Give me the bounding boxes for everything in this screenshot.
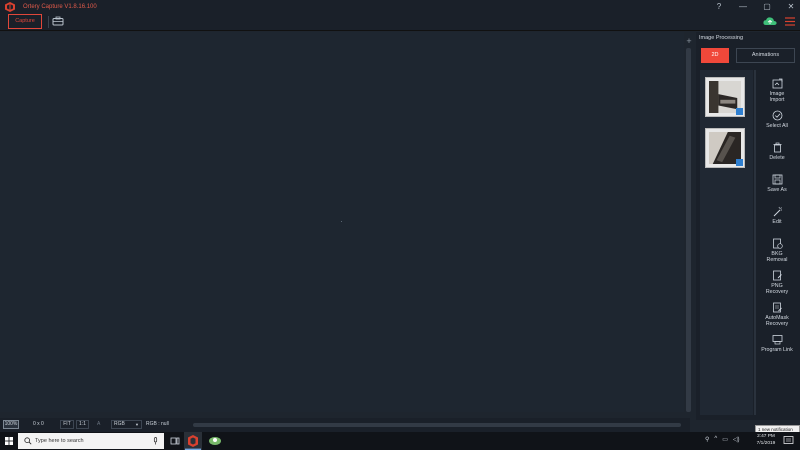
program-link-label: Program Link	[761, 347, 793, 353]
delete-button[interactable]: Delete	[758, 142, 796, 161]
clock-date: 7/1/2019	[756, 440, 776, 446]
canvas-horizontal-scrollbar[interactable]	[193, 423, 681, 427]
search-placeholder: Type here to search	[35, 438, 84, 444]
automask-recovery-label: AutoMask Recovery	[765, 315, 789, 327]
image-import-button[interactable]: Image Import	[758, 78, 796, 103]
toolbar-divider	[48, 16, 49, 28]
window-controls: ? — ▢ ✕	[714, 1, 796, 12]
close-button[interactable]: ✕	[786, 1, 796, 12]
windows-taskbar: Type here to search ⚲ ^ ▭ ◁) 2:47 PM 7/1…	[0, 432, 800, 450]
tab-2d[interactable]: 2D	[701, 48, 729, 63]
taskbar-clock[interactable]: 2:47 PM 7/1/2019	[752, 434, 780, 447]
edit-button[interactable]: Edit	[758, 206, 796, 225]
title-bar: Ortery Capture V1.8.16.100 ? — ▢ ✕	[0, 0, 800, 14]
volume-icon[interactable]: ◁)	[733, 436, 740, 443]
maximize-button[interactable]: ▢	[762, 1, 772, 12]
bkg-removal-button[interactable]: BKG Removal	[758, 238, 796, 263]
bkg-removal-label-line-2: Removal	[766, 257, 788, 263]
a-toggle[interactable]: A	[97, 420, 100, 429]
thumbnail-list	[700, 70, 753, 415]
thumbnail-badge-icon	[736, 108, 743, 115]
tab-animations[interactable]: Animations	[736, 48, 795, 63]
thumbnail-2[interactable]	[705, 128, 745, 168]
automask-recovery-label-line-2: Recovery	[765, 321, 789, 327]
delete-label: Delete	[769, 155, 785, 161]
image-import-icon	[772, 78, 782, 89]
image-processing-panel: Image Processing 2D Animations Image Imp…	[696, 32, 800, 420]
thumbnail-scrollbar[interactable]	[754, 70, 756, 415]
automask-recovery-button[interactable]: AutoMask Recovery	[758, 302, 796, 327]
taskbar-search-box[interactable]: Type here to search	[18, 433, 164, 449]
automask-icon	[772, 302, 782, 313]
zoom-percentage[interactable]: 100%	[3, 420, 19, 429]
edit-label: Edit	[772, 219, 782, 225]
window-title: Ortery Capture V1.8.16.100	[23, 4, 97, 10]
status-bar: 100% 0 x 0 FIT 1:1 A RGB ▼ RGB : null	[0, 418, 690, 432]
action-center-icon[interactable]	[783, 435, 794, 446]
chevron-down-icon: ▼	[135, 422, 139, 427]
app-taskbar-icon[interactable]	[206, 432, 224, 450]
image-import-label: Image Import	[769, 91, 784, 103]
actual-size-button[interactable]: 1:1	[76, 420, 89, 429]
image-dimensions: 0 x 0	[33, 421, 44, 427]
trash-icon	[773, 142, 781, 153]
thumbnail-1[interactable]	[705, 77, 745, 117]
select-all-label: Select All	[766, 123, 788, 129]
canvas-center-marker	[341, 221, 342, 222]
help-button[interactable]: ?	[714, 1, 724, 12]
png-recovery-label-line-2: Recovery	[765, 289, 789, 295]
select-all-button[interactable]: Select All	[758, 110, 796, 129]
hamburger-menu-icon[interactable]	[784, 16, 796, 27]
fit-button[interactable]: FIT	[60, 420, 74, 429]
main-toolbar: Capture	[0, 14, 800, 31]
thumbnail-badge-icon	[736, 159, 743, 166]
bkg-removal-label: BKG Removal	[767, 251, 788, 263]
people-icon[interactable]: ⚲	[705, 436, 709, 443]
check-circle-icon	[772, 110, 782, 121]
cloud-icon[interactable]	[763, 16, 777, 27]
program-link-button[interactable]: Program Link	[758, 334, 796, 353]
capture-button[interactable]: Capture	[8, 14, 42, 29]
show-hidden-icons-icon[interactable]: ^	[714, 436, 717, 443]
save-as-button[interactable]: Save As	[758, 174, 796, 193]
briefcase-icon[interactable]	[52, 16, 64, 26]
windows-start-icon[interactable]	[0, 432, 18, 450]
microphone-icon[interactable]	[153, 437, 158, 445]
image-canvas[interactable]	[0, 32, 684, 412]
search-icon	[24, 437, 32, 445]
panel-title: Image Processing	[699, 35, 744, 41]
save-as-label: Save As	[767, 187, 787, 193]
task-view-icon[interactable]	[166, 432, 184, 450]
program-link-icon	[772, 335, 782, 345]
rgb-readout: RGB : null	[146, 421, 169, 427]
color-mode-value: RGB	[114, 421, 125, 427]
png-recovery-icon	[772, 270, 782, 281]
png-recovery-button[interactable]: PNG Recovery	[758, 270, 796, 295]
bkg-removal-icon	[772, 238, 783, 249]
color-mode-select[interactable]: RGB ▼	[111, 420, 142, 429]
expand-plus-icon[interactable]: +	[684, 36, 694, 46]
canvas-vertical-scrollbar[interactable]	[686, 48, 691, 412]
app-window: Ortery Capture V1.8.16.100 ? — ▢ ✕ Captu…	[0, 0, 800, 432]
image-import-label-line-2: Import	[769, 97, 785, 103]
png-recovery-label: PNG Recovery	[766, 283, 788, 295]
save-icon	[772, 174, 782, 185]
ortery-logo-icon	[5, 2, 15, 12]
magic-wand-icon	[773, 206, 782, 217]
system-tray: ⚲ ^ ▭ ◁)	[705, 436, 740, 443]
ortery-taskbar-icon[interactable]	[184, 432, 202, 450]
network-icon[interactable]: ▭	[722, 436, 728, 443]
minimize-button[interactable]: —	[738, 1, 748, 12]
